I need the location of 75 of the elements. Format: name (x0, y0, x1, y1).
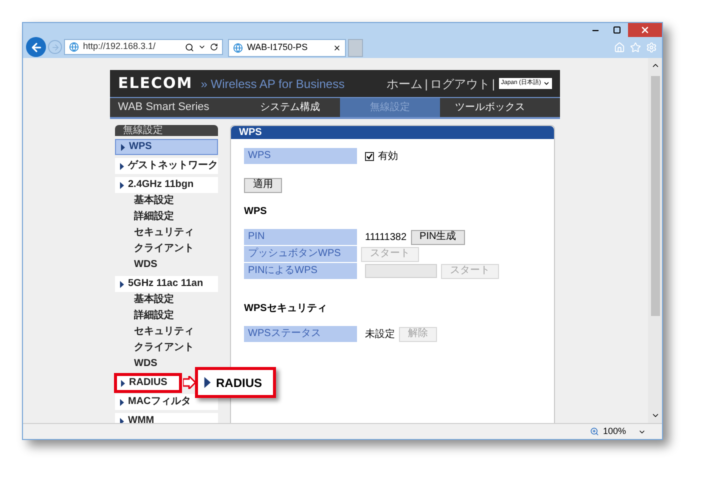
page-icon (233, 43, 243, 53)
forward-button[interactable] (48, 40, 62, 54)
sidebar-item[interactable]: 2.4GHz 11bgn (115, 177, 218, 193)
sidebar-item[interactable]: セキュリティ (115, 225, 218, 241)
triangle-icon (120, 162, 124, 170)
sidebar-item[interactable]: RADIUS (116, 375, 180, 391)
sidebar-item[interactable]: 詳細設定 (115, 308, 218, 324)
zoom-icon (590, 427, 599, 436)
row-label: WPS (244, 148, 357, 164)
link-separator: | (492, 76, 495, 92)
triangle-icon (120, 418, 124, 423)
back-arrow-icon (30, 40, 42, 54)
sidebar-heading: 無線設定 (115, 125, 218, 136)
section-heading: WPS (244, 205, 268, 219)
callout-label: RADIUS (216, 374, 262, 392)
sidebar-item[interactable]: WPS (115, 139, 218, 155)
panel-title: WPS (231, 126, 554, 139)
sidebar-item[interactable]: WDS (115, 356, 218, 372)
search-icon (185, 42, 194, 52)
enable-checkbox[interactable] (365, 152, 374, 160)
close-button[interactable] (628, 23, 662, 37)
sidebar-item[interactable]: WMM (115, 413, 218, 423)
site-tagline: » Wireless AP for Business (200, 76, 345, 92)
sidebar-item[interactable]: 5GHz 11ac 11an (115, 276, 218, 292)
sidebar-item[interactable]: セキュリティ (115, 324, 218, 340)
forward-arrow-icon (50, 42, 60, 52)
sidebar-item[interactable]: MACフィルタ (115, 394, 218, 410)
nav-tab[interactable]: ツールボックス (440, 98, 540, 117)
nav-tab[interactable]: システム構成 (240, 98, 340, 117)
sidebar-item[interactable]: WDS (115, 257, 218, 273)
settings-icon (646, 42, 657, 52)
triangle-icon (121, 144, 125, 150)
sidebar-item[interactable]: ゲストネットワーク (115, 158, 218, 174)
browser-tab[interactable]: WAB-I1750-PS (228, 39, 346, 57)
series-name: WAB Smart Series (117, 100, 210, 115)
row-value: 11111382 (365, 230, 407, 244)
header-link[interactable]: ホーム (386, 74, 423, 92)
scroll-down-icon (650, 411, 660, 420)
home-icon (614, 42, 625, 52)
row-label: プッシュボタンWPS (244, 246, 357, 262)
dropdown-icon (543, 80, 550, 87)
triangle-icon (121, 380, 125, 386)
sidebar-item[interactable]: クライアント (115, 241, 218, 257)
triangle-icon (204, 377, 211, 388)
row-label: PINによるWPS (244, 263, 357, 279)
page-icon (69, 42, 79, 52)
address-field[interactable]: http://192.168.3.1/ (64, 39, 223, 55)
form-button[interactable]: PIN生成 (410, 230, 466, 244)
back-button[interactable] (26, 37, 46, 57)
new-tab-button[interactable] (348, 39, 363, 57)
header-link[interactable]: ログアウト (430, 74, 490, 92)
sidebar-item[interactable]: クライアント (115, 340, 218, 356)
maximize-icon (613, 26, 621, 34)
close-icon (640, 25, 650, 35)
triangle-icon (120, 398, 124, 406)
checkbox-label: 有効 (378, 150, 398, 164)
sidebar-item[interactable]: 詳細設定 (115, 209, 218, 225)
link-separator: | (424, 76, 428, 92)
close-tab-icon (333, 44, 341, 52)
site-logo: ELECOM (118, 73, 193, 94)
scroll-up-icon (650, 61, 660, 70)
row-label: WPSステータス (244, 326, 357, 342)
form-button[interactable]: 適用 (244, 178, 282, 192)
star-icon (630, 42, 641, 52)
scroll-thumb[interactable] (650, 76, 660, 316)
triangle-icon (120, 280, 124, 288)
row-value: 未設定 (365, 328, 395, 342)
dropdown-icon (198, 43, 206, 51)
sidebar-item[interactable]: 基本設定 (115, 292, 218, 308)
triangle-icon (120, 182, 124, 188)
sidebar-item[interactable]: 基本設定 (115, 193, 218, 209)
section-heading: WPSセキュリティ (244, 302, 328, 316)
refresh-icon (210, 43, 218, 51)
zoom-level: 100% (602, 424, 626, 438)
row-label: PIN (244, 229, 357, 245)
